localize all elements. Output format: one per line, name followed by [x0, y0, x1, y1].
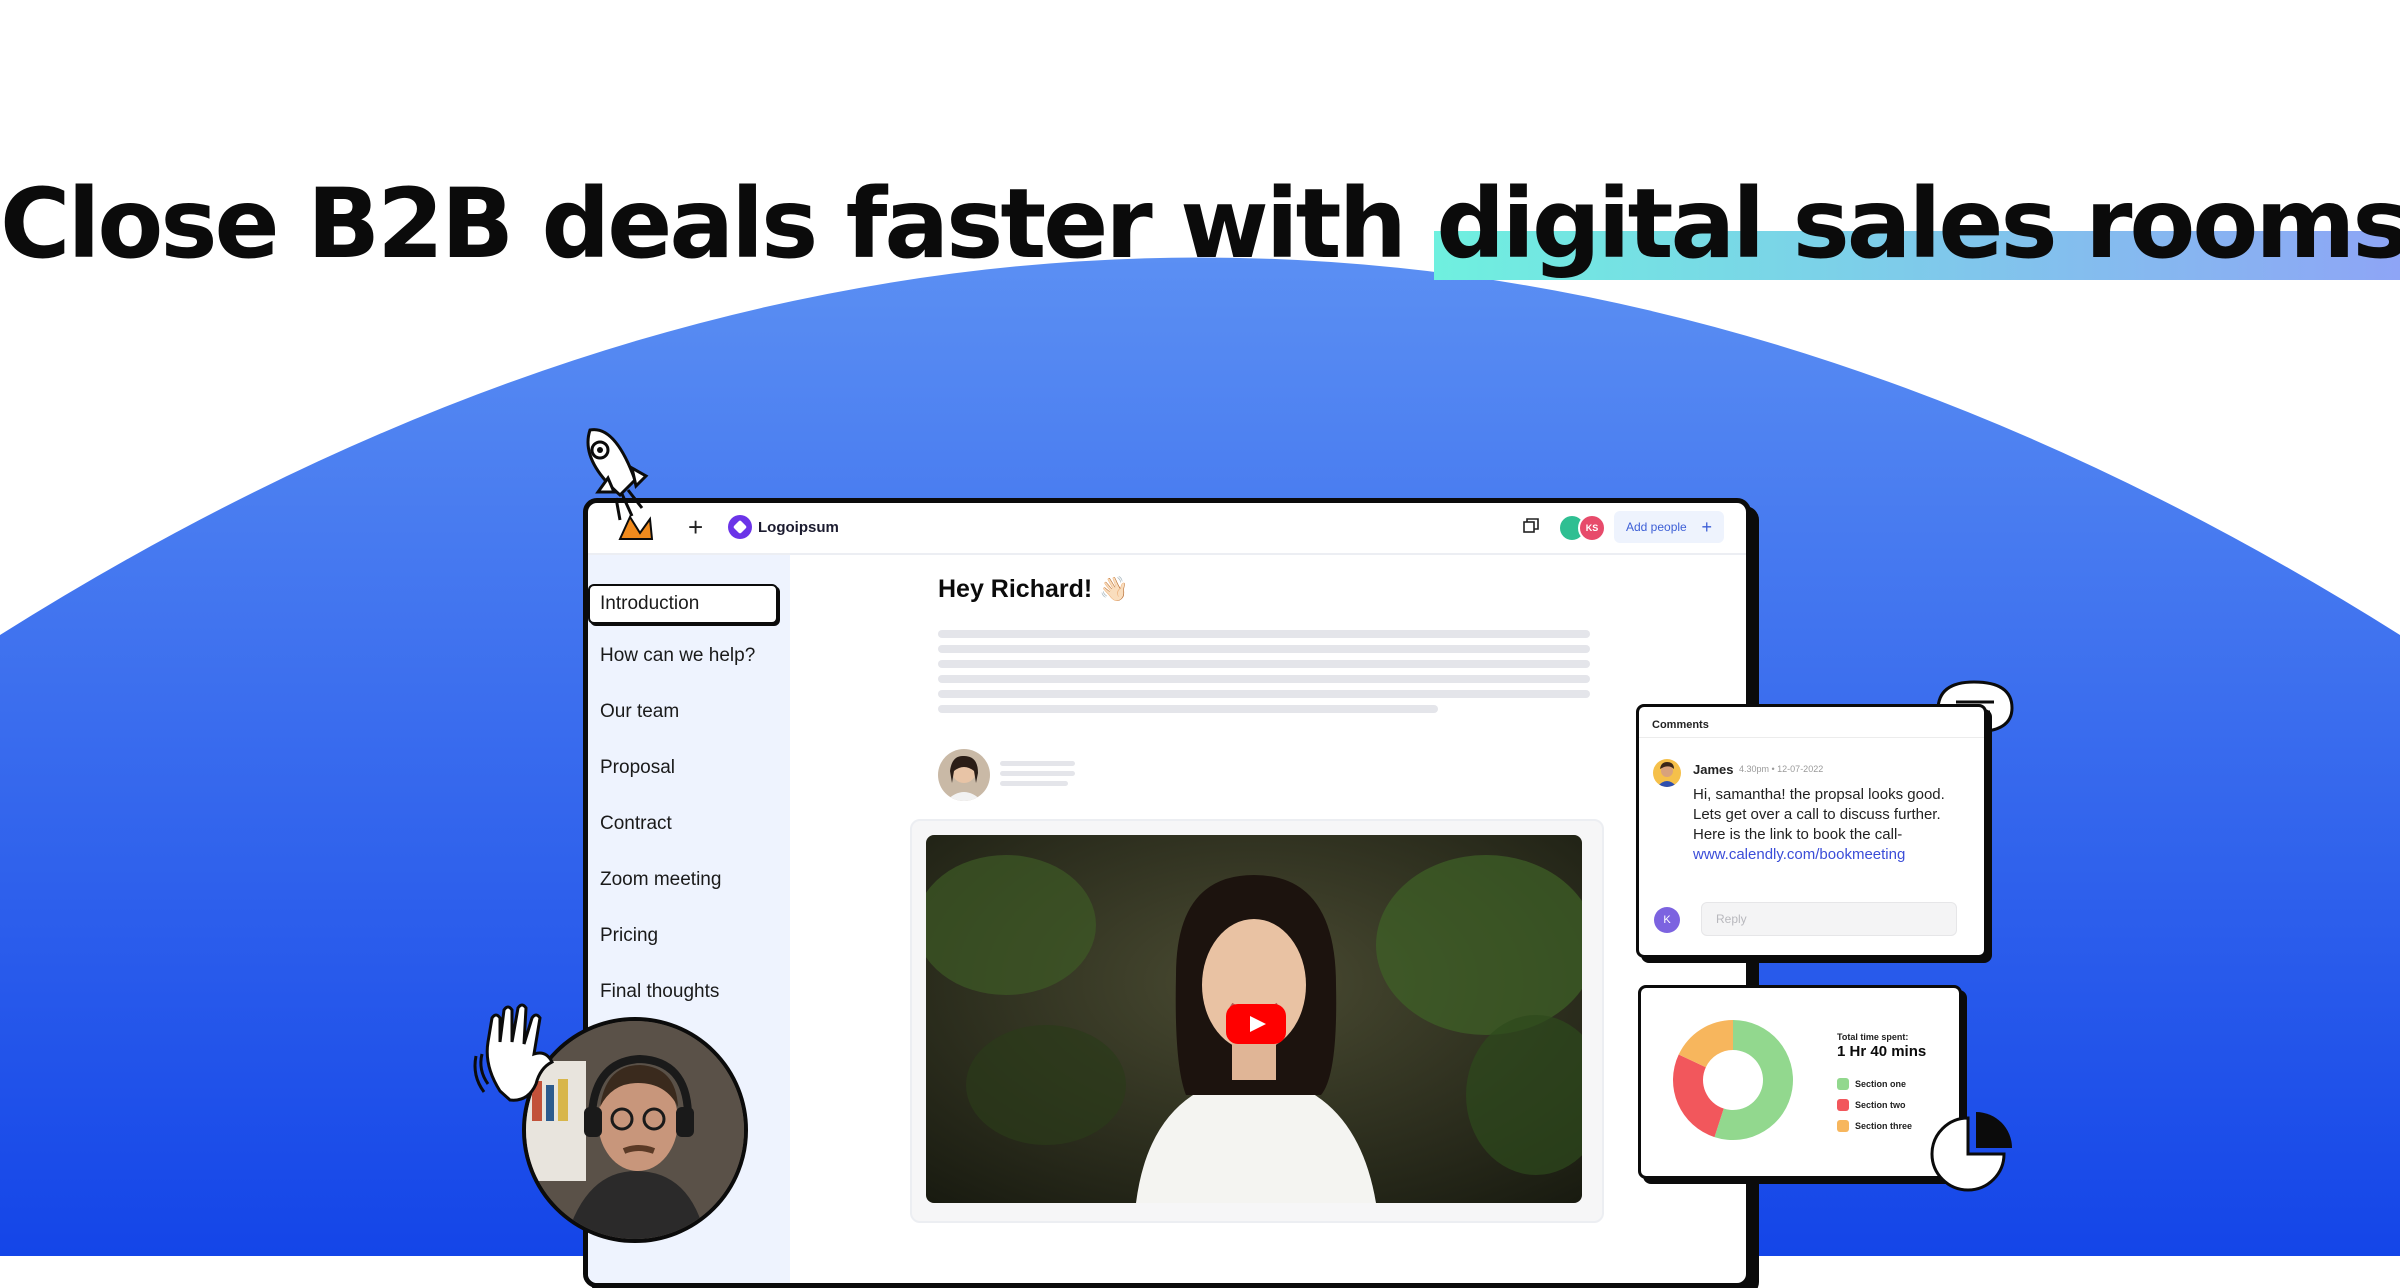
comment-author: James: [1693, 762, 1734, 777]
text-placeholder-line: [938, 705, 1438, 713]
time-spent-value: 1 Hr 40 mins: [1837, 1043, 1927, 1060]
video-card: [910, 819, 1604, 1223]
text-placeholder-line: [938, 690, 1590, 698]
text-placeholder-line: [938, 675, 1590, 683]
author-placeholder-line: [1000, 761, 1075, 766]
donut-slice-2: [1673, 1054, 1724, 1138]
text-placeholder-line: [938, 630, 1590, 638]
top-bar: + Logoipsum KS Add people +: [588, 503, 1746, 555]
sidebar-item-how-can-we-help[interactable]: How can we help?: [600, 645, 755, 667]
comment-link[interactable]: www.calendly.com/bookmeeting: [1693, 846, 1905, 863]
collaborator-avatars: KS: [1558, 514, 1606, 542]
reply-input[interactable]: Reply: [1701, 902, 1957, 936]
legend-item: Section one: [1837, 1078, 1906, 1090]
sidebar-item-proposal[interactable]: Proposal: [600, 757, 675, 779]
comments-panel: Comments James 4.30pm • 12-07-2022 Hi, s…: [1636, 704, 1987, 958]
sidebar-item-final-thoughts[interactable]: Final thoughts: [600, 981, 719, 1003]
sidebar-item-pricing[interactable]: Pricing: [600, 925, 658, 947]
legend-swatch: [1837, 1078, 1849, 1090]
logo-icon: [728, 515, 752, 539]
time-spent-donut-chart: [1673, 1020, 1793, 1140]
reply-avatar: K: [1654, 907, 1680, 933]
add-people-label: Add people: [1626, 520, 1687, 534]
page-title: Hey Richard! 👋🏻: [938, 575, 1129, 604]
author-placeholder-line: [1000, 771, 1075, 776]
main-content: Hey Richard! 👋🏻: [790, 555, 1746, 1283]
avatar[interactable]: KS: [1578, 514, 1606, 542]
sidebar-item-contract[interactable]: Contract: [600, 813, 672, 835]
rocket-icon: [586, 428, 649, 521]
time-spent-label: Total time spent:: [1837, 1032, 1909, 1042]
legend-label: Section two: [1855, 1100, 1906, 1110]
comment-timestamp: 4.30pm • 12-07-2022: [1739, 764, 1824, 774]
app-window: + Logoipsum KS Add people + Introduction…: [583, 498, 1751, 1288]
sidebar-item-zoom-meeting[interactable]: Zoom meeting: [600, 869, 721, 891]
add-people-button[interactable]: Add people +: [1614, 511, 1724, 543]
logo: Logoipsum: [728, 515, 839, 539]
text-placeholder-line: [938, 645, 1590, 653]
sidebar-item-introduction[interactable]: Introduction: [588, 584, 778, 624]
author-avatar: [938, 749, 990, 801]
legend-item: Section two: [1837, 1099, 1906, 1111]
greeting-text: Hey Richard!: [938, 575, 1093, 603]
comment-text: Hi, samantha! the propsal looks good. Le…: [1693, 786, 1945, 843]
duplicate-window-icon[interactable]: [1522, 517, 1540, 535]
time-spent-card: Total time spent: 1 Hr 40 mins Section o…: [1638, 985, 1962, 1179]
headline: Close B2B deals faster with digital sale…: [0, 168, 2400, 280]
youtube-play-icon[interactable]: [1226, 1004, 1286, 1044]
headline-highlight: digital sales rooms: [1434, 168, 2400, 280]
legend-label: Section three: [1855, 1121, 1913, 1131]
plus-icon[interactable]: +: [688, 513, 703, 541]
legend-item: Section three: [1837, 1120, 1912, 1132]
legend-swatch: [1837, 1099, 1849, 1111]
text-placeholder-line: [938, 660, 1590, 668]
sidebar-item-our-team[interactable]: Our team: [600, 701, 679, 723]
waving-hand-emoji: 👋🏻: [1099, 576, 1130, 603]
author-placeholder-line: [1000, 781, 1068, 786]
pie-chart-icon: [1930, 1112, 2012, 1192]
logo-text: Logoipsum: [758, 518, 839, 536]
comments-title: Comments: [1652, 719, 1709, 731]
legend-swatch: [1837, 1120, 1849, 1132]
legend-label: Section one: [1855, 1079, 1907, 1089]
headline-prefix: Close B2B deals faster with: [0, 168, 1435, 280]
plus-icon: +: [1701, 516, 1712, 537]
divider: [1639, 737, 1984, 738]
commenter-avatar: [1653, 759, 1681, 787]
video-player[interactable]: [926, 835, 1582, 1203]
waving-hand-icon: [473, 1003, 555, 1102]
comment-body: Hi, samantha! the propsal looks good. Le…: [1693, 785, 1963, 865]
